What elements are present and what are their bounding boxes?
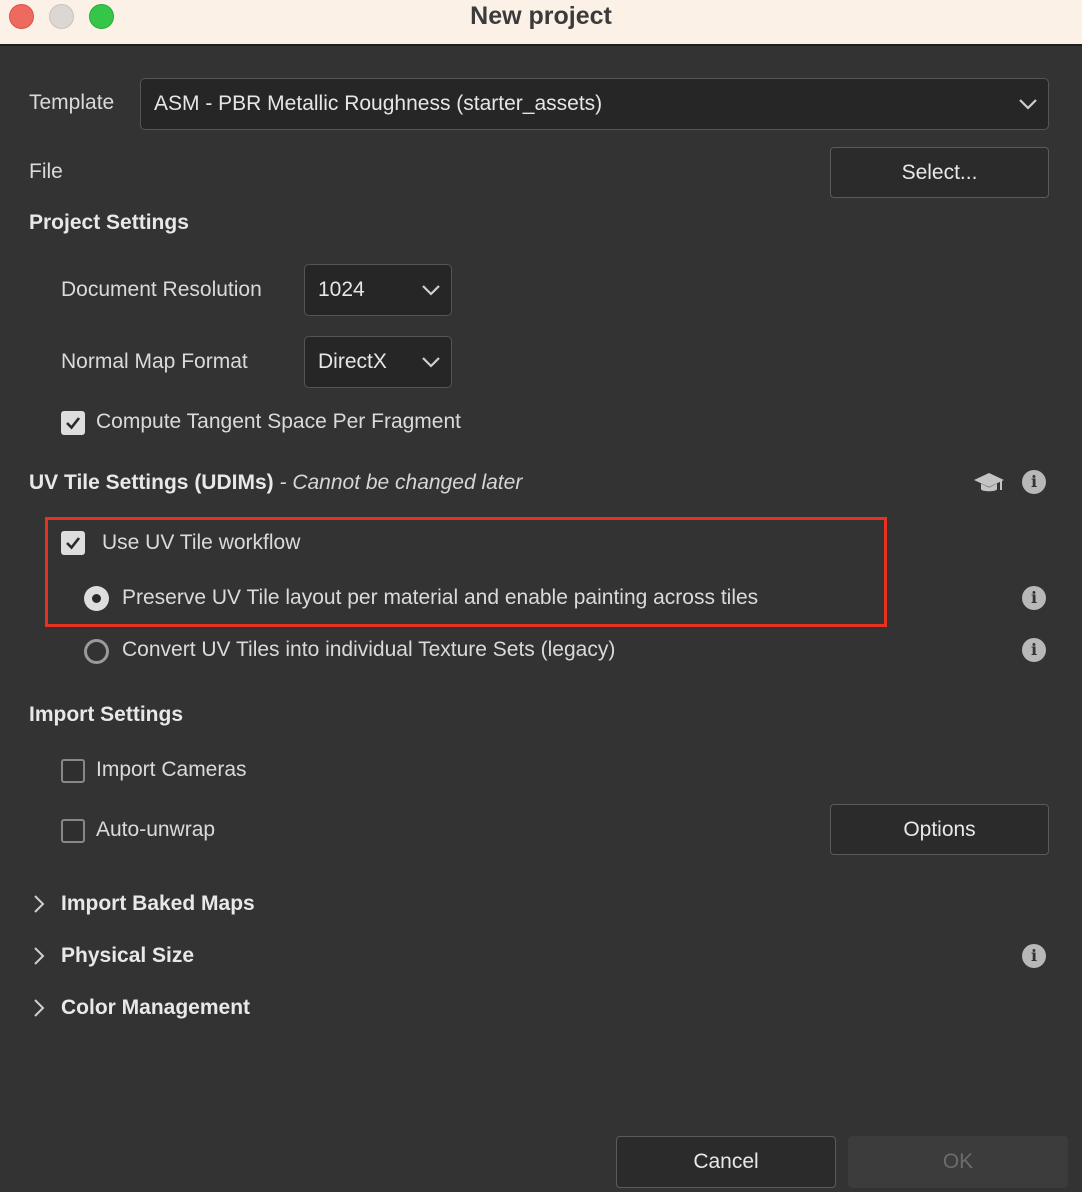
document-resolution-value: 1024 — [318, 278, 365, 301]
checkmark-icon — [66, 537, 81, 550]
uv-tile-settings-title: UV Tile Settings (UDIMs) — [29, 471, 274, 494]
uv-tile-settings-header: UV Tile Settings (UDIMs) - Cannot be cha… — [29, 471, 522, 495]
uv-tile-note: Cannot be changed later — [292, 471, 523, 494]
info-icon[interactable]: i — [1022, 638, 1046, 662]
document-resolution-dropdown[interactable]: 1024 — [304, 264, 452, 316]
project-settings-header: Project Settings — [29, 211, 189, 234]
cancel-button[interactable]: Cancel — [616, 1136, 836, 1188]
import-cameras-checkbox[interactable] — [61, 759, 85, 783]
chevron-down-icon — [422, 285, 440, 296]
info-icon[interactable]: i — [1022, 470, 1046, 494]
normal-map-format-dropdown[interactable]: DirectX — [304, 336, 452, 388]
template-label: Template — [29, 91, 115, 114]
preserve-uv-tile-radio[interactable] — [84, 586, 109, 611]
info-icon[interactable]: i — [1022, 586, 1046, 610]
graduation-cap-icon[interactable] — [973, 470, 1005, 496]
chevron-down-icon — [422, 357, 440, 368]
compute-tangent-label: Compute Tangent Space Per Fragment — [96, 410, 461, 433]
template-value: ASM - PBR Metallic Roughness (starter_as… — [154, 92, 603, 115]
checkmark-icon — [66, 417, 81, 430]
use-uv-tile-checkbox[interactable] — [61, 531, 85, 555]
compute-tangent-checkbox[interactable] — [61, 411, 85, 435]
import-cameras-label: Import Cameras — [96, 758, 247, 781]
ok-button[interactable]: OK — [848, 1136, 1068, 1188]
section-label: Import Baked Maps — [61, 892, 255, 915]
template-dropdown[interactable]: ASM - PBR Metallic Roughness (starter_as… — [140, 78, 1049, 130]
select-file-button[interactable]: Select... — [830, 147, 1049, 198]
chevron-right-icon — [34, 999, 45, 1017]
chevron-right-icon — [34, 895, 45, 913]
section-label: Physical Size — [61, 944, 195, 967]
import-settings-header: Import Settings — [29, 703, 184, 726]
section-label: Color Management — [61, 996, 251, 1019]
uv-tile-separator: - — [273, 471, 293, 494]
info-icon[interactable]: i — [1022, 944, 1046, 968]
normal-map-format-label: Normal Map Format — [61, 350, 248, 373]
chevron-right-icon — [34, 947, 45, 965]
title-bar: New project — [0, 0, 1082, 46]
options-button[interactable]: Options — [830, 804, 1049, 855]
auto-unwrap-checkbox[interactable] — [61, 819, 85, 843]
preserve-uv-tile-label: Preserve UV Tile layout per material and… — [122, 586, 759, 609]
normal-map-format-value: DirectX — [318, 350, 387, 373]
convert-uv-tiles-label: Convert UV Tiles into individual Texture… — [122, 638, 616, 661]
file-label: File — [29, 160, 63, 183]
window-title: New project — [470, 2, 612, 30]
chevron-down-icon — [1019, 99, 1037, 110]
use-uv-tile-label: Use UV Tile workflow — [102, 531, 301, 554]
auto-unwrap-label: Auto-unwrap — [96, 818, 216, 841]
document-resolution-label: Document Resolution — [61, 278, 262, 301]
convert-uv-tiles-radio[interactable] — [84, 639, 109, 664]
